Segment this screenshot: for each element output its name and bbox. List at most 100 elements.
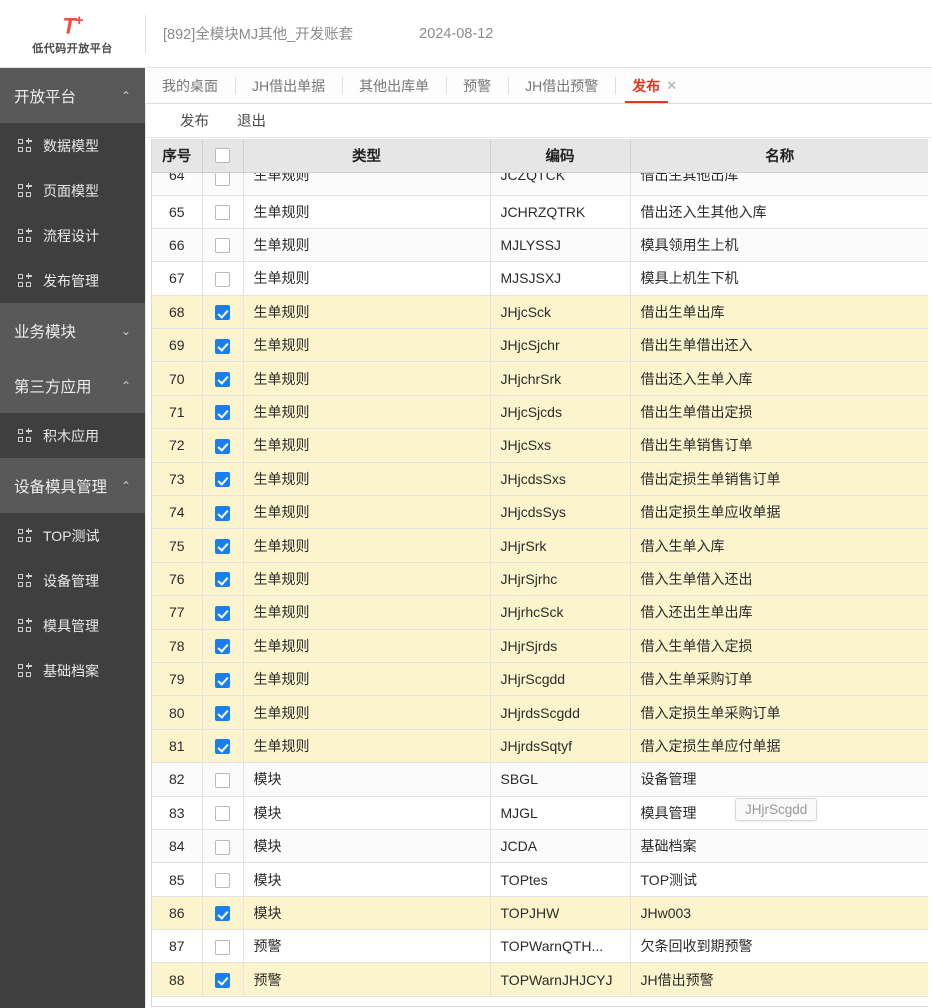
column-header-type[interactable]: 类型 <box>243 139 491 173</box>
row-checkbox[interactable] <box>215 839 230 855</box>
cell-select[interactable] <box>202 528 244 563</box>
cell-select[interactable] <box>202 172 244 196</box>
tab-publish[interactable]: 发布 ✕ <box>615 68 694 103</box>
row-checkbox[interactable] <box>215 872 230 888</box>
row-checkbox[interactable] <box>215 605 230 621</box>
cell-select[interactable] <box>202 562 244 597</box>
table-row[interactable]: 69 生单规则 JHjcSjchr 借出生单借出还入 <box>152 328 928 363</box>
cell-select[interactable] <box>202 495 244 530</box>
table-row[interactable]: 65 生单规则 JCHRZQTRK 借出还入生其他入库 <box>152 195 928 229</box>
sidebar-group-equipment-mold[interactable]: 设备模具管理 ⌃ <box>0 458 145 513</box>
sidebar-item-basic-archive[interactable]: 基础档案 <box>0 648 145 693</box>
sidebar-item-top-test[interactable]: TOP测试 <box>0 513 145 558</box>
table-row[interactable]: 71 生单规则 JHjcSjcds 借出生单借出定损 <box>152 395 928 430</box>
table-row[interactable]: 72 生单规则 JHjcSxs 借出生单销售订单 <box>152 428 928 463</box>
row-checkbox[interactable] <box>215 906 230 922</box>
row-checkbox[interactable] <box>215 539 230 554</box>
cell-select[interactable] <box>202 228 244 263</box>
table-row[interactable]: 78 生单规则 JHjrSjrds 借入生单借入定损 <box>152 629 928 663</box>
row-checkbox[interactable] <box>215 939 230 955</box>
sidebar-group-business-module[interactable]: 业务模块 ⌄ <box>0 303 145 358</box>
row-checkbox[interactable] <box>215 505 230 521</box>
sidebar-item-equipment-manage[interactable]: 设备管理 <box>0 558 145 603</box>
cell-select[interactable] <box>202 695 244 730</box>
cell-select[interactable] <box>202 195 244 229</box>
row-checkbox[interactable] <box>215 772 230 788</box>
table-row[interactable]: 85 模块 TOPtes TOP测试 <box>152 862 928 897</box>
row-checkbox[interactable] <box>215 271 230 287</box>
sidebar-item-blocks-app[interactable]: 积木应用 <box>0 413 145 458</box>
column-header-code[interactable]: 编码 <box>490 139 631 173</box>
table-row[interactable]: 68 生单规则 JHjcSck 借出生单出库 <box>152 295 928 330</box>
cell-select[interactable] <box>202 729 244 764</box>
row-checkbox[interactable] <box>215 305 230 321</box>
table-row[interactable]: 83 模块 MJGL 模具管理 <box>152 796 928 830</box>
table-row[interactable]: 86 模块 TOPJHW JHw003 <box>152 896 928 931</box>
cell-select[interactable] <box>202 796 244 830</box>
row-checkbox[interactable] <box>215 405 230 421</box>
table-row[interactable]: 74 生单规则 JHjcdsSys 借出定损生单应收单据 <box>152 495 928 530</box>
table-row[interactable]: 80 生单规则 JHjrdsScgdd 借入定损生单采购订单 <box>152 695 928 730</box>
table-row[interactable]: 84 模块 JCDA 基础档案 <box>152 829 928 864</box>
table-row[interactable]: 73 生单规则 JHjcdsSxs 借出定损生单销售订单 <box>152 462 928 497</box>
close-icon[interactable]: ✕ <box>666 78 677 94</box>
select-all-checkbox[interactable] <box>215 147 230 163</box>
publish-button[interactable]: 发布 <box>166 108 223 133</box>
cell-select[interactable] <box>202 629 244 663</box>
tab-my-desktop[interactable]: 我的桌面 <box>145 68 235 103</box>
row-checkbox[interactable] <box>215 338 230 354</box>
table-row[interactable]: 70 生单规则 JHjchrSrk 借出还入生单入库 <box>152 361 928 396</box>
sidebar-item-data-model[interactable]: 数据模型 <box>0 123 145 168</box>
table-row[interactable]: 76 生单规则 JHjrSjrhc 借入生单借入还出 <box>152 562 928 597</box>
sidebar-item-flow-design[interactable]: 流程设计 <box>0 213 145 258</box>
tab-other-outbound[interactable]: 其他出库单 <box>342 68 446 103</box>
column-header-select-all[interactable] <box>202 139 244 173</box>
cell-select[interactable] <box>202 962 244 997</box>
publish-items-table-container[interactable]: 序号 类型 编码 名称 64 生单规则 JCZQTCK 借出生其他出库 65 生单规则 JC… <box>151 139 929 1007</box>
product-logo[interactable]: T+ 低代码开放平台 <box>0 0 145 68</box>
sidebar-group-third-party-app[interactable]: 第三方应用 ⌃ <box>0 358 145 413</box>
tab-warning[interactable]: 预警 <box>446 68 508 103</box>
cell-select[interactable] <box>202 862 244 897</box>
row-checkbox[interactable] <box>215 205 230 221</box>
row-checkbox[interactable] <box>215 172 230 186</box>
row-checkbox[interactable] <box>215 672 230 688</box>
cell-select[interactable] <box>202 395 244 430</box>
cell-select[interactable] <box>202 762 244 797</box>
tab-jh-loan-warning[interactable]: JH借出预警 <box>508 68 615 103</box>
row-checkbox[interactable] <box>215 472 230 488</box>
table-row[interactable]: 67 生单规则 MJSJSXJ 模具上机生下机 <box>152 261 928 296</box>
table-row[interactable]: 81 生单规则 JHjrdsSqtyf 借入定损生单应付单据 <box>152 729 928 764</box>
sidebar-group-open-platform[interactable]: 开放平台 ⌃ <box>0 68 145 123</box>
row-checkbox[interactable] <box>215 372 230 388</box>
cell-select[interactable] <box>202 829 244 864</box>
row-checkbox[interactable] <box>215 238 230 254</box>
row-checkbox[interactable] <box>215 705 230 721</box>
table-row[interactable]: 79 生单规则 JHjrScgdd 借入生单采购订单 <box>152 662 928 697</box>
cell-select[interactable] <box>202 361 244 396</box>
cell-select[interactable] <box>202 295 244 330</box>
cell-select[interactable] <box>202 896 244 931</box>
column-header-name[interactable]: 名称 <box>630 139 928 173</box>
row-checkbox[interactable] <box>215 739 230 755</box>
table-row[interactable]: 64 生单规则 JCZQTCK 借出生其他出库 <box>152 172 928 196</box>
row-checkbox[interactable] <box>215 973 230 989</box>
tab-jh-loan-doc[interactable]: JH借出单据 <box>235 68 342 103</box>
column-header-index[interactable]: 序号 <box>152 139 203 173</box>
sidebar-item-publish-manage[interactable]: 发布管理 <box>0 258 145 303</box>
table-row[interactable]: 75 生单规则 JHjrSrk 借入生单入库 <box>152 528 928 563</box>
sidebar-item-page-model[interactable]: 页面模型 <box>0 168 145 213</box>
cell-select[interactable] <box>202 595 244 630</box>
row-checkbox[interactable] <box>215 639 230 655</box>
exit-button[interactable]: 退出 <box>223 108 280 133</box>
sidebar-item-mold-manage[interactable]: 模具管理 <box>0 603 145 648</box>
cell-select[interactable] <box>202 261 244 296</box>
table-row[interactable]: 87 预警 TOPWarnQTH... 欠条回收到期预警 <box>152 929 928 964</box>
row-checkbox[interactable] <box>215 572 230 588</box>
row-checkbox[interactable] <box>215 806 230 822</box>
table-row[interactable]: 88 预警 TOPWarnJHJCYJ JH借出预警 <box>152 962 928 997</box>
cell-select[interactable] <box>202 462 244 497</box>
table-row[interactable]: 82 模块 SBGL 设备管理 <box>152 762 928 797</box>
table-row[interactable]: 77 生单规则 JHjrhcSck 借入还出生单出库 <box>152 595 928 630</box>
row-checkbox[interactable] <box>215 438 230 454</box>
